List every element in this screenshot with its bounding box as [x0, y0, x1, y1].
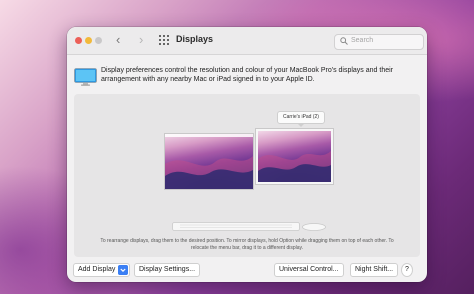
info-description: Display preferences control the resoluti… [101, 67, 393, 83]
bottom-toolbar: Add Display Display Settings... Universa… [67, 260, 427, 282]
help-button[interactable]: ? [401, 263, 413, 277]
add-display-label: Add Display [78, 266, 116, 273]
main-display[interactable] [165, 134, 253, 189]
add-display-button[interactable]: Add Display [73, 263, 131, 277]
arrangement-hint: To rearrange displays, drag them to the … [100, 238, 394, 251]
display-arrangement-area[interactable]: Carrie's iPad (2) To rearrange displays,… [74, 94, 420, 257]
universal-control-button[interactable]: Universal Control... [274, 263, 344, 277]
back-icon[interactable]: ‹ [116, 33, 120, 47]
displays-window: ‹ › Displays Search Display preferences … [67, 27, 427, 282]
monitor-icon [74, 68, 97, 86]
minimize-button[interactable] [85, 37, 92, 44]
keyboard-icon [172, 222, 300, 231]
search-placeholder: Search [351, 37, 374, 44]
ipad-name-tooltip: Carrie's iPad (2) [277, 111, 325, 127]
zoom-button[interactable] [95, 37, 102, 44]
night-shift-button[interactable]: Night Shift... [350, 263, 399, 277]
close-button[interactable] [75, 37, 82, 44]
wallpaper-thumbnail [258, 151, 331, 182]
show-all-grid-icon[interactable] [159, 35, 170, 45]
search-field[interactable]: Search [334, 34, 424, 50]
chevron-down-icon [118, 265, 129, 275]
forward-icon[interactable]: › [139, 33, 143, 47]
search-icon [340, 37, 348, 45]
ipad-display[interactable] [258, 131, 331, 182]
menu-bar-indicator[interactable] [165, 134, 253, 137]
wallpaper-thumbnail [165, 156, 253, 189]
display-settings-button[interactable]: Display Settings... [134, 263, 201, 277]
mouse-icon [302, 223, 326, 231]
window-title: Displays [176, 34, 214, 44]
title-bar: ‹ › Displays Search [67, 27, 427, 55]
